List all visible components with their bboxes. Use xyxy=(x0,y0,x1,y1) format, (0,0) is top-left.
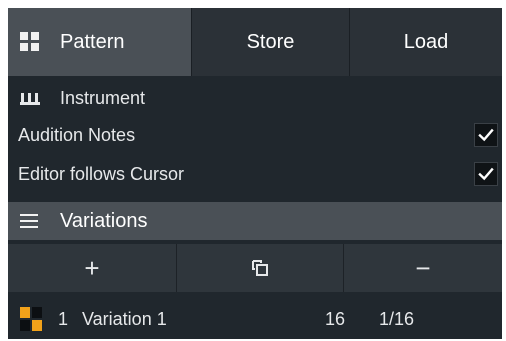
tab-pattern-label: Pattern xyxy=(60,30,125,53)
tab-store-label: Store xyxy=(246,30,295,53)
editor-follows-cursor-checkbox[interactable] xyxy=(474,162,498,186)
tab-pattern[interactable]: Pattern xyxy=(8,8,191,76)
variations-header[interactable]: Variations xyxy=(8,202,502,240)
variation-index: 1 xyxy=(58,308,69,329)
variation-name: Variation 1 xyxy=(82,308,167,329)
tab-bar: Pattern Store Load xyxy=(8,8,502,76)
variation-steps: 16 xyxy=(325,308,346,329)
pattern-variation-icon xyxy=(20,307,42,331)
tab-store[interactable]: Store xyxy=(191,8,349,76)
audition-notes-label: Audition Notes xyxy=(18,125,136,145)
variation-list-item[interactable]: 1 Variation 1 16 1/16 xyxy=(8,300,502,338)
editor-follows-cursor-option: Editor follows Cursor xyxy=(8,156,502,193)
audition-notes-checkbox[interactable] xyxy=(474,123,498,147)
variation-actions-bar: + − xyxy=(8,244,502,292)
instrument-row[interactable]: Instrument xyxy=(8,80,502,117)
duplicate-variation-button[interactable] xyxy=(176,244,344,292)
pattern-panel: Pattern Store Load Instrument Audition N… xyxy=(8,8,502,339)
grid-icon xyxy=(20,32,40,52)
menu-icon xyxy=(20,214,38,228)
editor-follows-cursor-label: Editor follows Cursor xyxy=(18,164,185,184)
duplicate-icon xyxy=(252,260,268,276)
piano-keys-icon xyxy=(20,92,40,105)
audition-notes-option: Audition Notes xyxy=(8,117,502,154)
minus-icon: − xyxy=(415,252,431,283)
plus-icon: + xyxy=(84,252,100,283)
variation-resolution: 1/16 xyxy=(379,308,415,329)
checkmark-icon xyxy=(478,167,494,181)
variations-header-label: Variations xyxy=(60,209,148,232)
instrument-label: Instrument xyxy=(60,88,146,108)
add-variation-button[interactable]: + xyxy=(8,244,176,292)
tab-load-label: Load xyxy=(403,30,449,53)
tab-load[interactable]: Load xyxy=(349,8,502,76)
checkmark-icon xyxy=(478,128,494,142)
remove-variation-button[interactable]: − xyxy=(344,244,502,292)
